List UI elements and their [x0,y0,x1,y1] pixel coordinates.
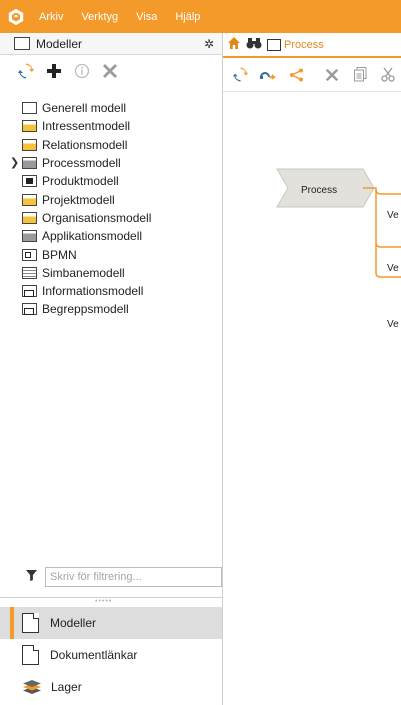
refresh-icon[interactable] [17,62,35,80]
tree-item-label: Simbanemodell [42,265,125,280]
tree-item-label: Applikationsmodell [42,229,143,244]
tab-label: Modeller [50,616,97,630]
concept-model-icon [22,303,37,316]
tab-label: Dokumentlänkar [50,648,138,662]
model-tree: Generell modell Intressentmodell Relatio… [0,99,222,319]
filter-row [0,565,222,589]
add-icon[interactable] [45,62,63,80]
filter-icon[interactable] [26,570,37,584]
tree-item-label: Intressentmodell [42,119,131,134]
tree-item-label: Informationsmodell [42,284,144,299]
project-model-icon [22,193,37,206]
left-panel: Modeller ✲ Generell modell Intressentmod… [0,33,223,705]
tree-item-organisationsmodell[interactable]: Organisationsmodell [22,209,222,227]
menu-verktyg[interactable]: Verktyg [81,11,118,23]
document-icon [14,37,30,50]
organisation-model-icon [22,211,37,224]
cut-icon[interactable] [379,66,397,84]
stakeholder-model-icon [22,120,37,133]
menu-hjalp[interactable]: Hjälp [175,11,200,23]
info-icon[interactable] [73,62,91,80]
copy-icon[interactable] [351,66,369,84]
layers-icon [22,678,42,696]
tree-item-intressentmodell[interactable]: Intressentmodell [22,117,222,135]
menu-visa[interactable]: Visa [136,11,157,23]
bpmn-icon [22,248,37,261]
process-label: Process [301,185,338,196]
diagram-panel: Process Process Ve Ve Ve [223,33,401,705]
panel-header: Modeller ✲ [0,33,222,55]
process-row-label: Ve [387,210,399,221]
tree-item-informationsmodell[interactable]: Informationsmodell [22,282,222,300]
diagram-canvas[interactable]: Process Ve Ve Ve [223,93,401,705]
chevron-right-icon[interactable]: ❯ [10,156,19,169]
tab-lager[interactable]: Lager [0,671,222,703]
tree-item-label: Relationsmodell [42,137,128,152]
tree-item-simbanemodell[interactable]: Simbanemodell [22,264,222,282]
tree-item-label: Projektmodell [42,192,115,207]
editor-tab-bar: Process [223,33,401,58]
menu-bar: Arkiv Verktyg Visa Hjälp [0,0,401,33]
share-icon[interactable] [287,66,305,84]
process-row-label: Ve [387,319,399,330]
process-model-icon [22,157,37,170]
tree-item-applikationsmodell[interactable]: Applikationsmodell [22,227,222,245]
gear-icon[interactable]: ✲ [202,37,216,51]
tree-item-processmodell[interactable]: ❯ Processmodell [10,154,222,172]
delete-icon[interactable] [323,66,341,84]
panel-title: Modeller [36,36,83,51]
refresh-icon[interactable] [231,66,249,84]
tab-modeller[interactable]: Modeller [0,607,222,639]
panel-splitter[interactable]: ••••• [0,597,222,605]
tab-label: Lager [51,680,82,694]
tree-item-bpmn[interactable]: BPMN [22,245,222,263]
tab-process[interactable]: Process [284,39,324,51]
splitter-grip-icon[interactable]: ••••• [95,598,112,605]
tree-item-label: BPMN [42,247,77,262]
tree-item-label: Begreppsmodell [42,302,129,317]
tab-dokumentlankar[interactable]: Dokumentlänkar [0,639,222,671]
diagram-toolbar [223,58,401,92]
tree-item-label: Generell modell [42,101,127,116]
information-model-icon [22,285,37,298]
document-icon [22,102,37,115]
application-model-icon [22,230,37,243]
document-icon [22,613,39,633]
app-logo-icon[interactable] [7,8,25,26]
tree-item-label: Processmodell [42,156,121,171]
document-icon [267,38,281,51]
home-icon[interactable] [226,36,242,53]
process-row-label: Ve [387,263,399,274]
tree-item-label: Produktmodell [42,174,119,189]
relation-model-icon [22,138,37,151]
document-icon [22,645,39,665]
swimlane-model-icon [22,266,37,279]
tree-item-projektmodell[interactable]: Projektmodell [22,190,222,208]
product-model-icon [22,175,37,188]
models-toolbar [0,55,222,87]
tree-item-relationsmodell[interactable]: Relationsmodell [22,136,222,154]
binoculars-icon[interactable] [246,37,262,52]
tree-item-begreppsmodell[interactable]: Begreppsmodell [22,300,222,318]
connect-icon[interactable] [259,66,277,84]
menu-arkiv[interactable]: Arkiv [39,11,63,23]
tree-item-label: Organisationsmodell [42,210,152,225]
filter-input[interactable] [45,567,222,587]
tree-item-generell-modell[interactable]: Generell modell [22,99,222,117]
delete-icon[interactable] [101,62,119,80]
tree-item-produktmodell[interactable]: Produktmodell [22,172,222,190]
